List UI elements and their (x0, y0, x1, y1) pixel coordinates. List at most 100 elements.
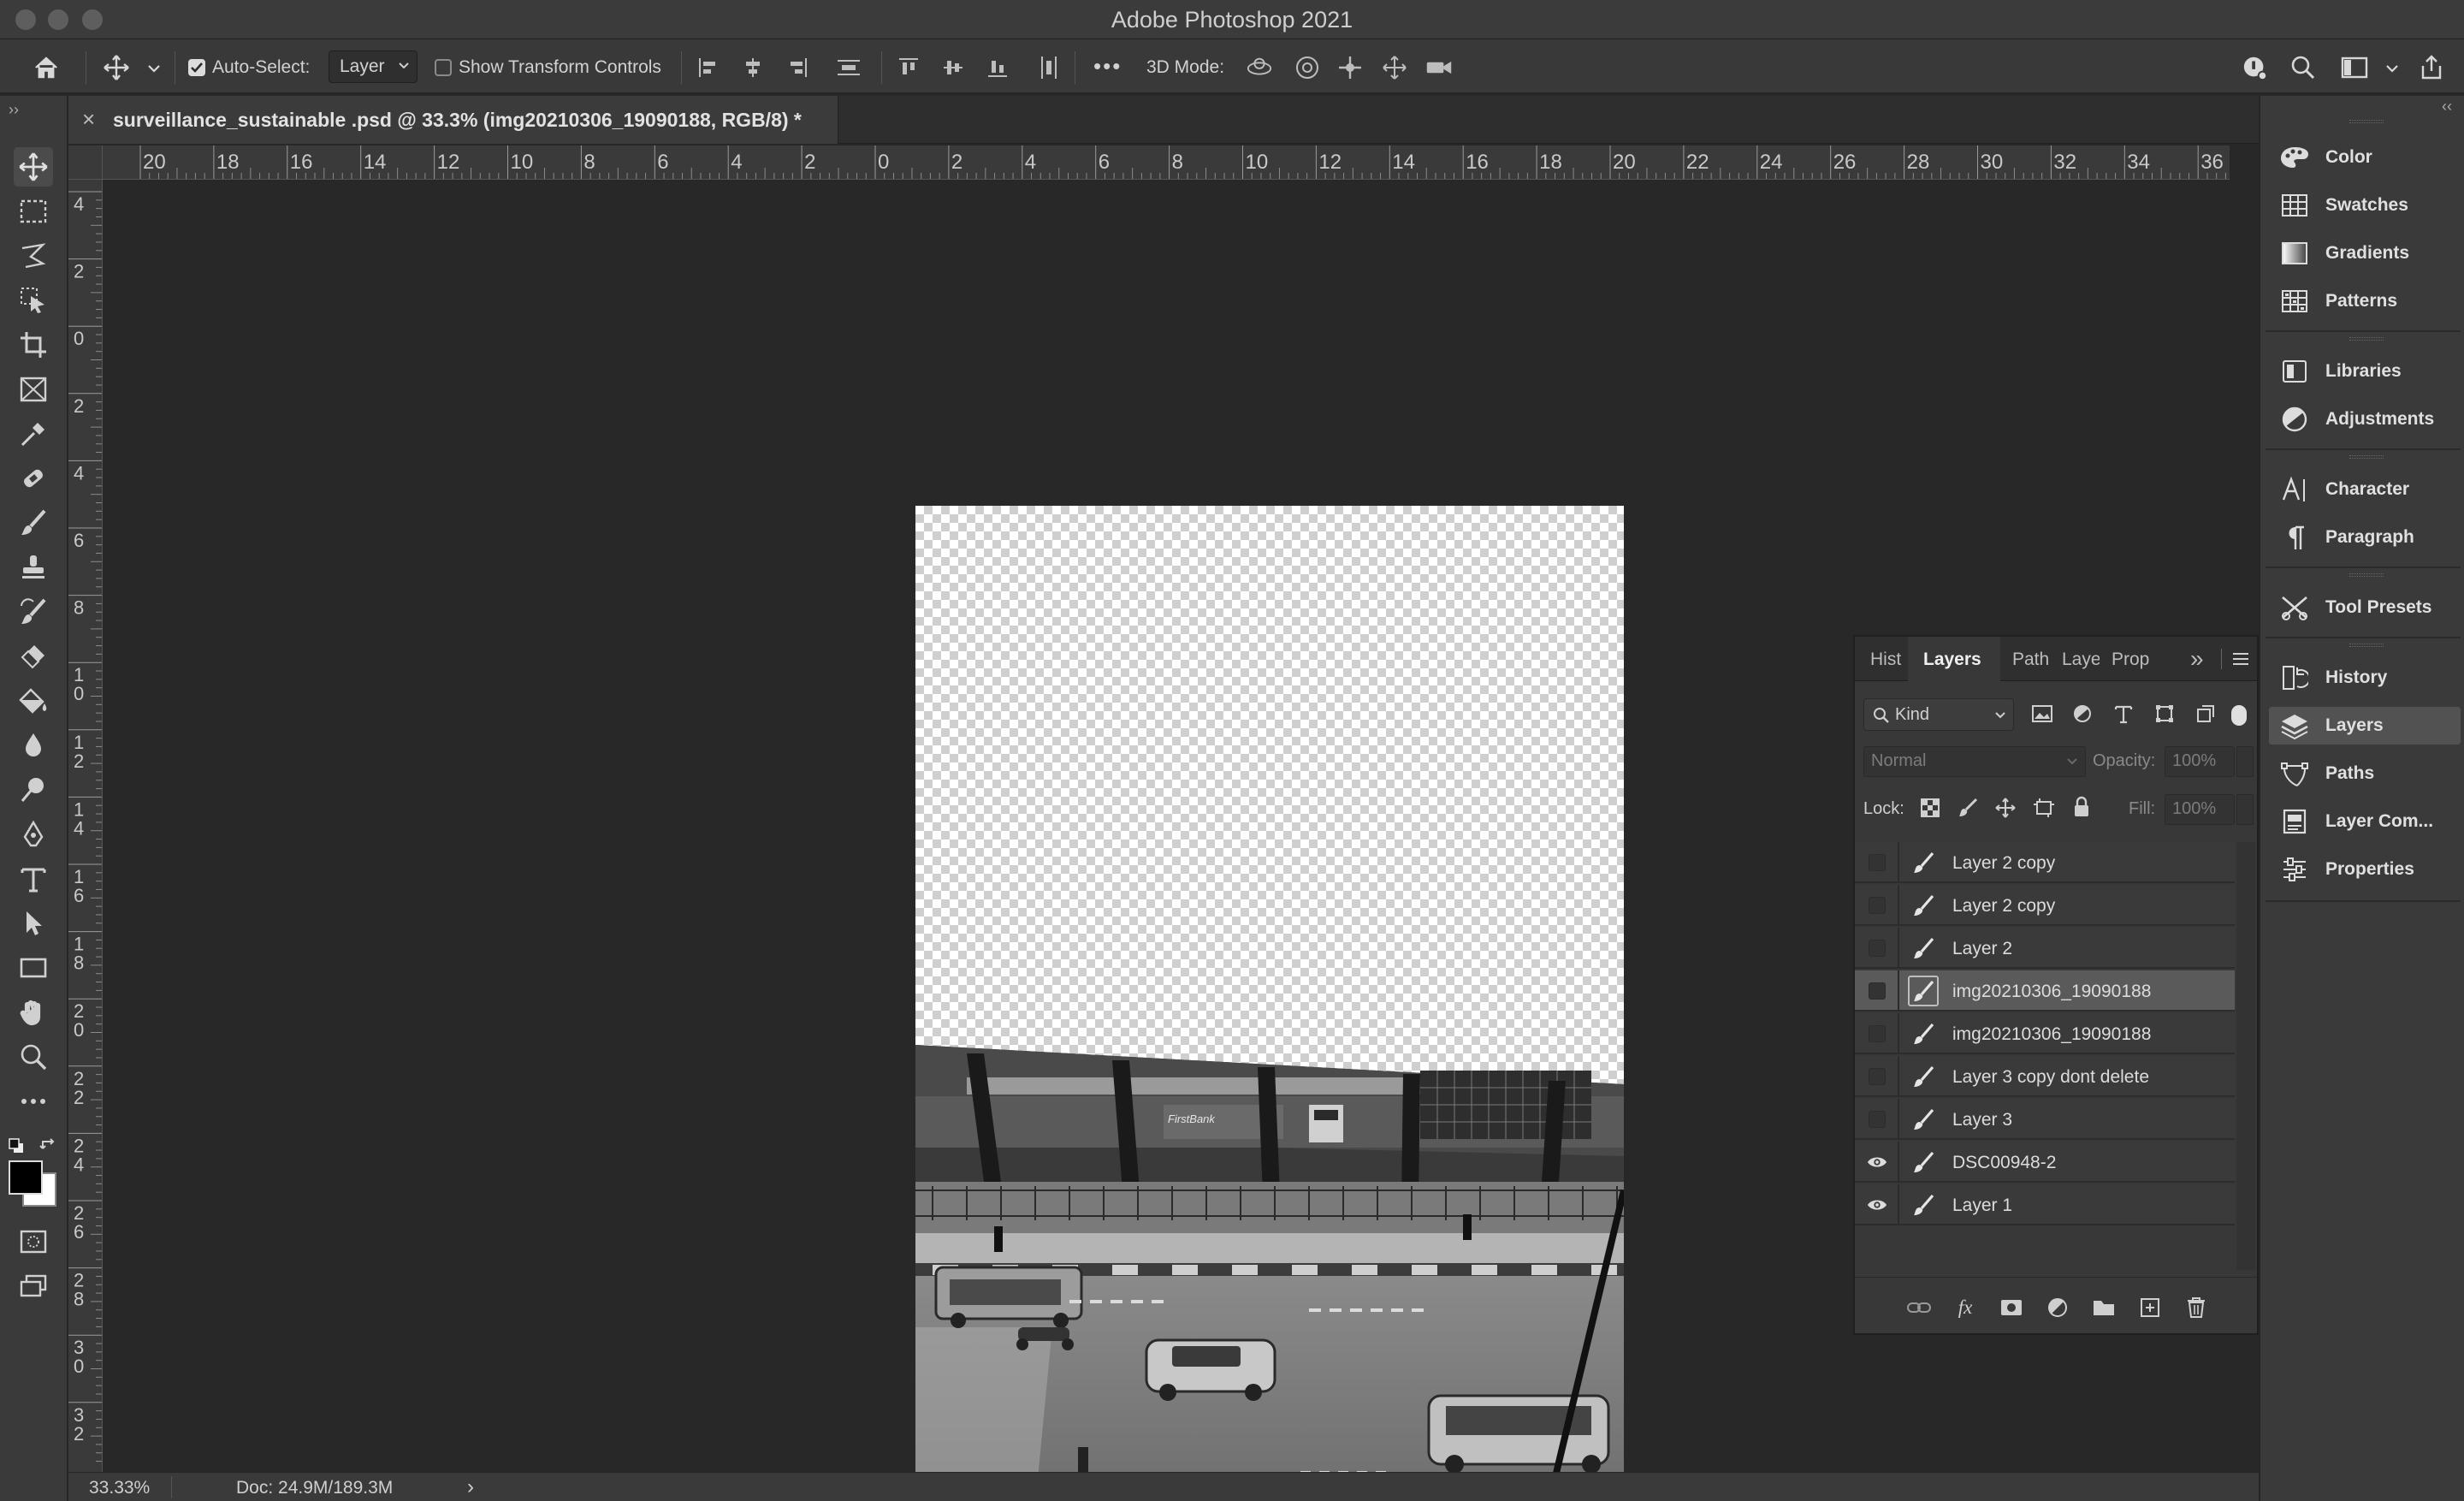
brush-layer-thumbnail-icon[interactable] (1908, 847, 1939, 878)
screen-mode-icon[interactable] (14, 1267, 53, 1306)
video-camera-3d-icon[interactable] (1425, 54, 1453, 81)
home-icon[interactable] (33, 54, 60, 81)
link-layers-icon[interactable] (1906, 1295, 1932, 1320)
filter-smart-object-icon[interactable] (2195, 703, 2216, 724)
filter-type-icon[interactable] (2113, 703, 2134, 724)
brush-layer-thumbnail-icon[interactable] (1908, 1061, 1939, 1092)
add-mask-icon[interactable] (1999, 1295, 2024, 1320)
visibility-toggle-empty[interactable] (1867, 939, 1887, 958)
filter-adjustment-icon[interactable] (2072, 703, 2093, 724)
chevron-down-icon[interactable] (147, 63, 161, 74)
dock-item-libraries[interactable]: Libraries (2269, 353, 2461, 390)
rectangle-icon[interactable] (14, 948, 53, 988)
panel-grip[interactable] (2349, 644, 2384, 647)
eraser-icon[interactable] (14, 637, 53, 676)
healing-brush-icon[interactable] (14, 459, 53, 498)
pen-icon[interactable] (14, 815, 53, 854)
visibility-toggle-empty[interactable] (1867, 853, 1887, 872)
status-menu-arrow[interactable]: › (467, 1475, 474, 1499)
layer-name[interactable]: Layer 2 copy (1952, 853, 2055, 874)
default-colors-icon[interactable] (9, 1138, 24, 1154)
panel-grip[interactable] (2349, 120, 2384, 123)
expand-toolbar-icon[interactable]: ›› (9, 101, 19, 119)
new-fill-adjustment-icon[interactable] (2045, 1295, 2070, 1320)
lock-position-icon[interactable] (1995, 798, 2016, 818)
move-tool-icon[interactable] (14, 147, 53, 187)
layer-name[interactable]: Layer 1 (1952, 1195, 2012, 1216)
dock-item-layer-comps[interactable]: Layer Com... (2269, 803, 2461, 840)
layer-row[interactable]: Layer 3 copy dont delete (1855, 1056, 2235, 1097)
document-canvas[interactable]: FirstBank (915, 506, 1624, 1501)
distribute-horizontal-icon[interactable] (1035, 54, 1063, 81)
quick-mask-icon[interactable] (14, 1222, 53, 1261)
history-brush-icon[interactable] (14, 592, 53, 632)
brush-layer-thumbnail-icon[interactable] (1908, 1104, 1939, 1135)
lock-transparent-pixels-icon[interactable] (1920, 798, 1940, 818)
brush-layer-thumbnail-icon[interactable] (1908, 1018, 1939, 1049)
brush-layer-thumbnail-icon[interactable] (1908, 1190, 1939, 1220)
vertical-ruler[interactable]: 4202468101214161820222426283032 (68, 180, 103, 1472)
layer-name[interactable]: img20210306_19090188 (1952, 1024, 2151, 1045)
dodge-icon[interactable] (14, 770, 53, 810)
align-horizontal-centers-icon[interactable] (739, 54, 767, 81)
rectangular-marquee-icon[interactable] (14, 192, 53, 231)
blend-mode-dropdown[interactable]: Normal (1863, 746, 2086, 777)
align-vertical-centers-icon[interactable] (939, 54, 967, 81)
auto-select-checkbox[interactable] (188, 59, 205, 76)
zoom-icon[interactable] (14, 1037, 53, 1077)
delete-layer-trash-icon[interactable] (2183, 1295, 2209, 1320)
document-tab[interactable]: × surveillance_sustainable .psd @ 33.3% … (68, 96, 838, 144)
dock-item-history[interactable]: History (2269, 659, 2461, 697)
brush-icon[interactable] (14, 503, 53, 543)
more-options-button[interactable]: ••• (1093, 53, 1122, 80)
layer-name[interactable]: img20210306_19090188 (1952, 982, 2151, 1002)
lasso-icon[interactable] (14, 236, 53, 276)
layer-name[interactable]: Layer 2 (1952, 939, 2012, 959)
layer-row[interactable]: Layer 2 copy (1855, 885, 2235, 926)
dock-item-character[interactable]: Character (2269, 471, 2461, 508)
filter-shape-icon[interactable] (2154, 703, 2175, 724)
visibility-toggle-empty[interactable] (1867, 1024, 1887, 1043)
roll-3d-icon[interactable] (1294, 54, 1321, 81)
layer-row[interactable]: Layer 2 copy (1855, 842, 2235, 883)
foreground-color-swatch[interactable] (9, 1160, 43, 1195)
visibility-toggle-empty[interactable] (1867, 982, 1887, 1000)
orbit-3d-icon[interactable] (1246, 54, 1273, 81)
align-top-edges-icon[interactable] (895, 54, 922, 81)
tab-paths[interactable]: Path (2012, 650, 2052, 670)
layer-name[interactable]: Layer 3 copy dont delete (1952, 1067, 2149, 1088)
dock-item-color[interactable]: Color (2269, 139, 2461, 176)
align-left-edges-icon[interactable] (695, 54, 722, 81)
visibility-toggle-empty[interactable] (1867, 1110, 1887, 1129)
layer-list-scrollbar[interactable] (2236, 842, 2255, 1270)
search-icon[interactable] (2289, 54, 2317, 81)
layer-row[interactable]: img20210306_19090188 (1855, 970, 2235, 1012)
clone-stamp-icon[interactable] (14, 548, 53, 587)
dock-item-paragraph[interactable]: Paragraph (2269, 519, 2461, 556)
dock-item-swatches[interactable]: Swatches (2269, 187, 2461, 224)
auto-select-target-dropdown[interactable]: Layer (329, 50, 418, 83)
new-layer-icon[interactable] (2137, 1295, 2163, 1320)
dock-item-properties[interactable]: Properties (2269, 851, 2461, 888)
panel-menu-icon[interactable] (2231, 650, 2250, 667)
object-selection-icon[interactable] (14, 281, 53, 320)
tab-layer-comps[interactable]: Laye (2062, 650, 2100, 670)
learn-icon[interactable] (2242, 54, 2269, 81)
brush-layer-thumbnail-icon[interactable] (1908, 890, 1939, 921)
pan-3d-icon[interactable] (1336, 54, 1364, 81)
layer-style-fx-button[interactable]: fx (1952, 1295, 1978, 1320)
distribute-vertical-icon[interactable] (835, 54, 862, 81)
swap-colors-icon[interactable] (39, 1136, 58, 1155)
tab-properties[interactable]: Prop (2112, 650, 2154, 670)
more-tools-icon[interactable] (14, 1082, 53, 1121)
brush-layer-thumbnail-icon[interactable] (1908, 933, 1939, 964)
lock-artboard-icon[interactable] (2033, 798, 2055, 818)
dock-item-adjustments[interactable]: Adjustments (2269, 400, 2461, 438)
slide-3d-icon[interactable] (1381, 54, 1408, 81)
frame-icon[interactable] (14, 370, 53, 409)
horizontal-ruler[interactable]: 20 18 16 14 12 10 8 6 4 2 0 2 4 6 8 10 12 14 16 18 20 22 24 26 2… (103, 145, 2230, 180)
share-icon[interactable] (2418, 54, 2445, 81)
layer-row[interactable]: Layer 1 (1855, 1184, 2235, 1225)
tab-layers[interactable]: Layers (1923, 650, 1981, 670)
paint-bucket-icon[interactable] (14, 681, 53, 721)
